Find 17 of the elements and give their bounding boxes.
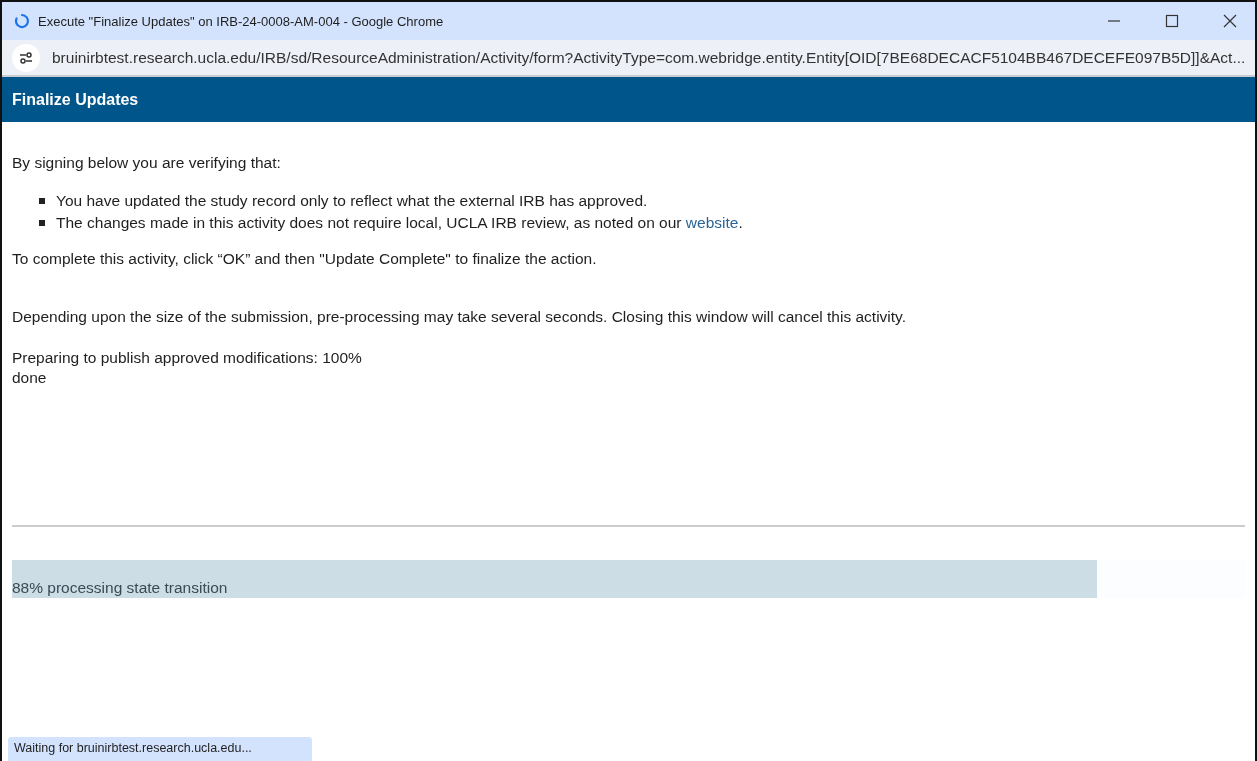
- maximize-icon: [1165, 14, 1179, 28]
- status-line: Preparing to publish approved modifications: 100%: [12, 348, 363, 368]
- dialog-title: Finalize Updates: [12, 90, 139, 109]
- status-line: done: [12, 368, 48, 388]
- intro-text: By signing below you are verifying that:: [12, 154, 282, 172]
- close-icon: [1223, 14, 1237, 28]
- instruction-text: To complete this activity, click “OK” and then "Update Complete" to finalize the action.: [12, 250, 598, 268]
- bullet-text: The changes made in this activity does not require local, UCLA IRB review, as noted on our website.: [56, 214, 743, 231]
- site-settings-icon[interactable]: [12, 43, 40, 72]
- bullet-icon: [39, 198, 45, 204]
- progress-label: 88% processing state transition: [12, 579, 228, 598]
- bullet-icon: [39, 220, 45, 226]
- website-link[interactable]: website: [685, 214, 739, 231]
- status-bubble: Waiting for bruinirbtest.research.ucla.edu...: [8, 737, 312, 761]
- bullet-text: You have updated the study record only to reflect what the external IRB has approved.: [56, 192, 648, 209]
- warning-text: Depending upon the size of the submission, pre-processing may take several seconds. Closing this window will cancel this activity.: [12, 308, 907, 326]
- window-title: Execute "Finalize Updates" on IRB-24-0008-AM-004 - Google Chrome: [38, 13, 445, 29]
